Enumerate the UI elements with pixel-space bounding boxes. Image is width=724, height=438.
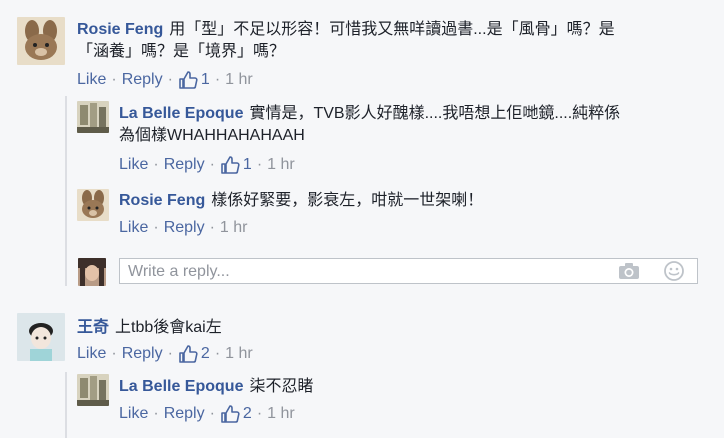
thumbs-up-icon[interactable]	[220, 404, 240, 424]
like-button[interactable]: Like	[77, 344, 106, 364]
thumbs-up-icon[interactable]	[178, 344, 198, 364]
like-count[interactable]: 1	[243, 155, 252, 175]
separator-dot: ·	[153, 156, 159, 173]
avatar-la-belle-epoque[interactable]	[77, 374, 109, 406]
comment-body-line1: 柒不忍睹	[249, 378, 314, 395]
separator-dot: ·	[153, 405, 159, 422]
avatar-rosie-feng[interactable]	[17, 17, 65, 65]
separator-dot: ·	[209, 219, 215, 236]
reply-actions: Like · Reply · 1 · 1 hr	[119, 155, 295, 175]
comment-body-line1: 用「型」不足以形容！可惜我又無咩讀過書...是「風骨」嗎？是	[169, 21, 615, 38]
like-button[interactable]: Like	[77, 70, 106, 90]
separator-dot: ·	[256, 405, 263, 422]
timestamp[interactable]: 1 hr	[220, 218, 248, 238]
emoji-icon[interactable]	[663, 260, 685, 287]
separator-dot: ·	[209, 405, 215, 422]
camera-icon[interactable]	[618, 261, 640, 286]
like-count[interactable]: 2	[201, 344, 210, 364]
separator-dot: ·	[256, 156, 263, 173]
comment-body-line1: 樣係好緊要，影衰左，咁就一世架喇！	[211, 192, 484, 209]
reply-actions: Like · Reply · 2 · 1 hr	[119, 404, 295, 424]
reply-button[interactable]: Reply	[122, 344, 163, 364]
comment-body-line1: 實情是，TVB影人好醜樣....我唔想上佢哋鏡....純粹係	[249, 105, 621, 122]
timestamp[interactable]: 1 hr	[225, 70, 253, 90]
avatar-wang-ki[interactable]	[17, 313, 65, 361]
reply-input-placeholder: Write a reply...	[128, 263, 230, 280]
reply-text: La Belle Epoque 實情是，TVB影人好醜樣....我唔想上佢哋鏡..…	[119, 103, 699, 147]
separator-dot: ·	[214, 345, 221, 362]
comment-actions: Like · Reply · 2 · 1 hr	[77, 344, 253, 364]
reply-text: Rosie Feng 樣係好緊要，影衰左，咁就一世架喇！	[119, 190, 699, 212]
separator-dot: ·	[167, 71, 173, 88]
comment-body-line1: 上tbb後會kai左	[115, 319, 222, 336]
comment-author[interactable]: Rosie Feng	[77, 21, 163, 38]
comment-author[interactable]: Rosie Feng	[119, 192, 205, 209]
timestamp[interactable]: 1 hr	[267, 155, 295, 175]
reply-text: La Belle Epoque 柒不忍睹	[119, 376, 699, 398]
timestamp[interactable]: 1 hr	[267, 404, 295, 424]
separator-dot: ·	[111, 71, 117, 88]
reply-thread-line	[65, 96, 67, 286]
comment-author[interactable]: 王奇	[77, 319, 109, 336]
like-button[interactable]: Like	[119, 155, 148, 175]
reply-thread-line	[65, 372, 67, 438]
reply-input[interactable]: Write a reply...	[119, 258, 698, 284]
like-button[interactable]: Like	[119, 404, 148, 424]
like-button[interactable]: Like	[119, 218, 148, 238]
reply-actions: Like · Reply · 1 hr	[119, 218, 248, 238]
separator-dot: ·	[111, 345, 117, 362]
separator-dot: ·	[153, 219, 159, 236]
comment-text: 王奇 上tbb後會kai左	[77, 317, 697, 339]
comment-author[interactable]: La Belle Epoque	[119, 105, 243, 122]
comment-text: Rosie Feng 用「型」不足以形容！可惜我又無咩讀過書...是「風骨」嗎？是…	[77, 19, 697, 63]
like-count[interactable]: 2	[243, 404, 252, 424]
avatar-la-belle-epoque[interactable]	[77, 101, 109, 133]
thumbs-up-icon[interactable]	[178, 70, 198, 90]
comment-author[interactable]: La Belle Epoque	[119, 378, 243, 395]
separator-dot: ·	[167, 345, 173, 362]
avatar-rosie-feng[interactable]	[77, 189, 109, 221]
comment-actions: Like · Reply · 1 · 1 hr	[77, 70, 253, 90]
comment-body-line2: 為個樣WHAHHAHAHAAH	[119, 127, 305, 144]
separator-dot: ·	[209, 156, 215, 173]
like-count[interactable]: 1	[201, 70, 210, 90]
reply-button[interactable]: Reply	[164, 404, 205, 424]
thumbs-up-icon[interactable]	[220, 155, 240, 175]
current-user-avatar	[78, 258, 106, 286]
timestamp[interactable]: 1 hr	[225, 344, 253, 364]
reply-button[interactable]: Reply	[164, 155, 205, 175]
separator-dot: ·	[214, 71, 221, 88]
comment-body-line2: 「涵養」嗎？是「境界」嗎？	[77, 43, 286, 60]
reply-button[interactable]: Reply	[122, 70, 163, 90]
reply-button[interactable]: Reply	[164, 218, 205, 238]
